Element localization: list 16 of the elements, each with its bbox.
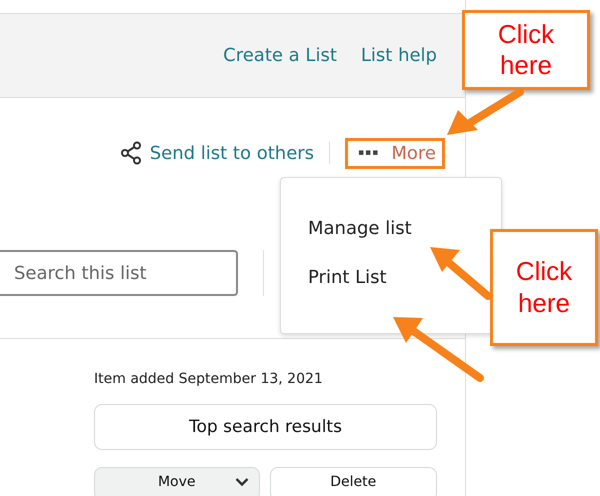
callout-box: Click here [462,10,590,90]
share-icon[interactable] [120,141,142,165]
header-link[interactable]: Create a List [223,45,337,66]
chevron-icon [234,477,248,487]
arrow [430,247,492,300]
callout-box: Click here [490,229,598,346]
menu-item[interactable]: Manage list [308,218,412,239]
move-dropdown[interactable]: Move [94,467,260,496]
item-added-date: Item added September 13, 2021 [94,371,324,387]
delete-button[interactable]: Delete [270,467,437,496]
menu-item[interactable]: Print List [308,267,387,288]
header-link[interactable]: List help [360,45,437,66]
search-results-button[interactable]: Top search results [94,404,437,450]
more-button[interactable]: ▪▪▪ More [345,138,445,168]
share-link[interactable]: Send list to others [150,142,314,164]
search-field[interactable]: Search this list [0,250,238,296]
